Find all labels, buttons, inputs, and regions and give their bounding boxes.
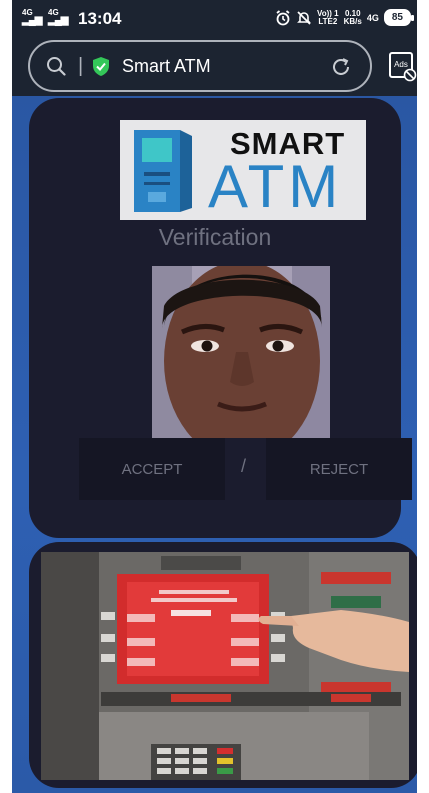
ad-block-button[interactable]: Ads: [389, 52, 417, 82]
logo-word-atm: ATM: [208, 153, 343, 220]
volte-indicator: Vo)) 1 LTE2: [317, 9, 339, 26]
address-divider: |: [78, 55, 84, 77]
alarm-icon: [276, 9, 290, 25]
web-page: SMART ATM Verification ACCEPT / REJECT: [12, 96, 417, 793]
button-separator: /: [241, 456, 247, 476]
atm-machine-photo: [41, 552, 409, 780]
sim2-signal: 4G ▂▄▆: [48, 9, 68, 26]
mute-icon: [297, 10, 311, 25]
atm-preview-card: [29, 542, 417, 788]
phone-screen: 4G ▂▄▆ 4G ▂▄▆ 13:04 Vo)) 1 LTE2 0.10 KB/…: [12, 0, 417, 793]
captured-face-photo: [152, 266, 330, 438]
network-speed: 0.10 KB/s: [343, 9, 362, 26]
verification-card: SMART ATM Verification ACCEPT / REJECT: [29, 98, 412, 538]
status-bar: 4G ▂▄▆ 4G ▂▄▆ 13:04 Vo)) 1 LTE2 0.10 KB/…: [12, 0, 417, 36]
page-title: Verification: [158, 224, 272, 250]
address-bar[interactable]: | Smart ATM: [28, 40, 372, 92]
sim1-signal: 4G ▂▄▆: [22, 9, 42, 26]
smart-atm-logo: SMART ATM: [120, 120, 366, 220]
face-image: [152, 266, 330, 438]
atm-machine-icon: [134, 130, 192, 212]
network-type: 4G: [366, 12, 379, 23]
block-icon: [403, 68, 417, 82]
signal-bars-icon: ▂▄▆: [48, 15, 68, 26]
reject-button[interactable]: REJECT: [266, 438, 412, 500]
search-icon[interactable]: [46, 56, 66, 76]
signal-bars-icon: ▂▄▆: [22, 15, 42, 26]
speed-unit: KB/s: [343, 16, 362, 26]
secure-shield-icon[interactable]: [92, 56, 110, 77]
accept-button[interactable]: ACCEPT: [79, 438, 225, 500]
site-title[interactable]: Smart ATM: [122, 56, 211, 77]
battery-indicator: 85: [383, 9, 415, 26]
status-time: 13:04: [78, 9, 122, 28]
volte-bottom-label: LTE2: [318, 16, 338, 26]
reload-icon[interactable]: [330, 56, 352, 78]
status-icons: Vo)) 1 LTE2 0.10 KB/s 4G 85: [275, 9, 415, 26]
